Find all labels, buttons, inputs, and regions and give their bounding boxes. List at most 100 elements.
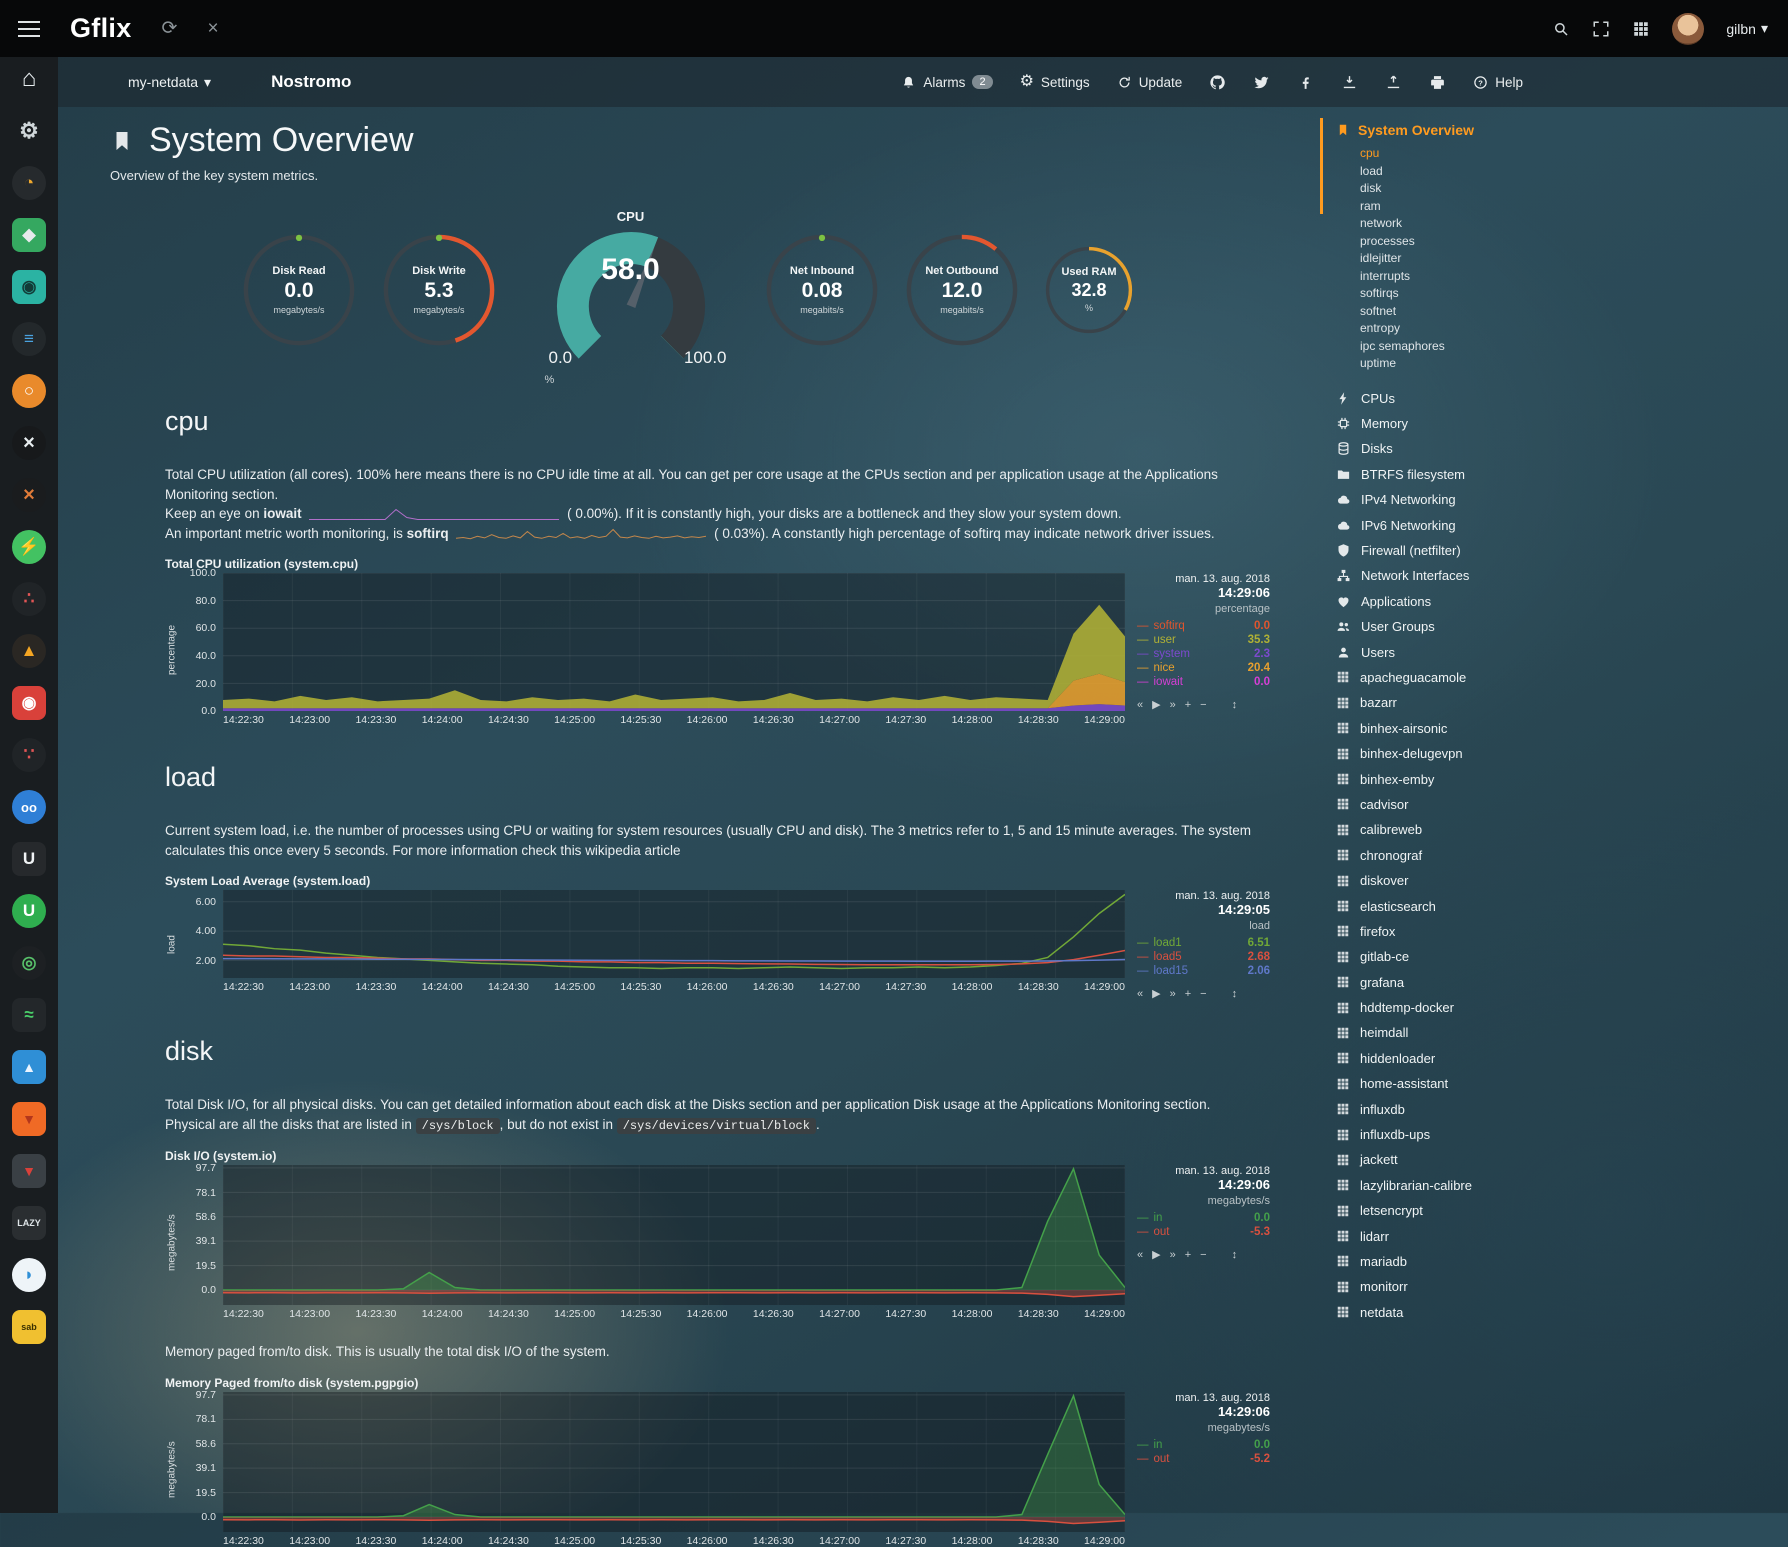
nav-app-item[interactable]: hiddenloader: [1336, 1046, 1590, 1071]
nav-sub-item[interactable]: entropy: [1360, 320, 1590, 338]
legend-item[interactable]: —out -5.2: [1137, 1453, 1270, 1465]
play-button[interactable]: ▶: [1152, 698, 1160, 711]
cpu-gauge[interactable]: CPU 58.0 0.0 100.0 %: [531, 209, 731, 370]
facebook-icon[interactable]: [1297, 74, 1314, 91]
nav-app-item[interactable]: diskover: [1336, 868, 1590, 893]
legend-item[interactable]: —iowait 0.0: [1137, 676, 1270, 688]
help-button[interactable]: Help: [1473, 75, 1523, 90]
app-green-diamond-icon[interactable]: ◆: [7, 213, 51, 257]
app-dark-u-icon[interactable]: U: [7, 837, 51, 881]
zoom-out-button[interactable]: −: [1200, 699, 1206, 711]
nav-sub-item[interactable]: softirqs: [1360, 285, 1590, 303]
disk-read-gauge[interactable]: Disk Read 0.0 megabytes/s: [240, 231, 358, 349]
export-icon[interactable]: [1385, 74, 1402, 91]
nav-app-item[interactable]: cadvisor: [1336, 792, 1590, 817]
disk-plot-area[interactable]: [223, 1165, 1125, 1305]
nav-app-item[interactable]: monitorr: [1336, 1274, 1590, 1299]
legend-item[interactable]: —user 35.3: [1137, 634, 1270, 646]
app-green-bolt-icon[interactable]: ⚡: [7, 525, 51, 569]
used-ram-gauge[interactable]: Used RAM 32.8 %: [1043, 244, 1135, 336]
nav-system-overview[interactable]: System Overview: [1336, 122, 1590, 138]
legend-item[interactable]: —softirq 0.0: [1137, 620, 1270, 632]
zoom-in-button[interactable]: +: [1185, 1249, 1191, 1261]
pan-left-button[interactable]: «: [1137, 1249, 1143, 1261]
resize-handle[interactable]: ↕: [1232, 1249, 1238, 1261]
pan-right-button[interactable]: »: [1170, 1249, 1176, 1261]
legend-item[interactable]: —nice 20.4: [1137, 662, 1270, 674]
legend-item[interactable]: —in 0.0: [1137, 1212, 1270, 1224]
nav-app-item[interactable]: apacheguacamole: [1336, 665, 1590, 690]
play-button[interactable]: ▶: [1152, 1248, 1160, 1261]
nav-section[interactable]: Network Interfaces: [1336, 563, 1590, 588]
app-red-scatter-icon[interactable]: ∴: [7, 577, 51, 621]
host-selector[interactable]: my-netdata ▾: [128, 74, 211, 91]
pgpgio-plot-area[interactable]: [223, 1392, 1125, 1532]
nav-sub-item[interactable]: cpu: [1360, 145, 1590, 163]
nav-section[interactable]: IPv6 Networking: [1336, 512, 1590, 537]
nav-app-item[interactable]: grafana: [1336, 969, 1590, 994]
nav-app-item[interactable]: calibreweb: [1336, 817, 1590, 842]
app-fox-icon[interactable]: ▼: [7, 1097, 51, 1141]
menu-icon[interactable]: [0, 28, 58, 30]
nav-app-item[interactable]: jackett: [1336, 1147, 1590, 1172]
legend-item[interactable]: —load15 2.06: [1137, 965, 1270, 977]
user-avatar[interactable]: [1672, 13, 1704, 45]
cpu-plot-area[interactable]: [223, 573, 1125, 711]
nav-app-item[interactable]: binhex-airsonic: [1336, 716, 1590, 741]
zoom-out-button[interactable]: −: [1200, 1249, 1206, 1261]
fullscreen-icon[interactable]: [1592, 20, 1610, 38]
zoom-in-button[interactable]: +: [1185, 699, 1191, 711]
nav-section[interactable]: IPv4 Networking: [1336, 487, 1590, 512]
legend-item[interactable]: —load1 6.51: [1137, 937, 1270, 949]
app-dark-x-orange-icon[interactable]: ×: [7, 473, 51, 517]
nav-sub-item[interactable]: processes: [1360, 233, 1590, 251]
nav-app-item[interactable]: letsencrypt: [1336, 1198, 1590, 1223]
nav-app-item[interactable]: gitlab-ce: [1336, 944, 1590, 969]
zoom-in-button[interactable]: +: [1185, 988, 1191, 1000]
load-plot-area[interactable]: [223, 890, 1125, 978]
nav-app-item[interactable]: binhex-delugevpn: [1336, 741, 1590, 766]
app-sab-icon[interactable]: sab: [7, 1305, 51, 1349]
nav-section[interactable]: Disks: [1336, 436, 1590, 461]
nav-section[interactable]: Applications: [1336, 589, 1590, 614]
legend-item[interactable]: —system 2.3: [1137, 648, 1270, 660]
user-menu[interactable]: gilbn ▾: [1726, 20, 1768, 37]
app-green-ring-icon[interactable]: ◎: [7, 941, 51, 985]
nav-sub-item[interactable]: ram: [1360, 198, 1590, 216]
app-pills-icon[interactable]: ≈: [7, 993, 51, 1037]
print-icon[interactable]: [1429, 74, 1446, 91]
nav-section[interactable]: Users: [1336, 639, 1590, 664]
legend-item[interactable]: —out -5.3: [1137, 1226, 1270, 1238]
zoom-out-button[interactable]: −: [1200, 988, 1206, 1000]
alarms-button[interactable]: Alarms 2: [901, 75, 992, 90]
legend-item[interactable]: —load5 2.68: [1137, 951, 1270, 963]
nav-sub-item[interactable]: idlejitter: [1360, 250, 1590, 268]
nav-app-item[interactable]: hddtemp-docker: [1336, 995, 1590, 1020]
app-blue-drop-icon[interactable]: ◗: [7, 1253, 51, 1297]
pan-left-button[interactable]: «: [1137, 699, 1143, 711]
nav-sub-item[interactable]: disk: [1360, 180, 1590, 198]
nav-app-item[interactable]: heimdall: [1336, 1020, 1590, 1045]
play-button[interactable]: ▶: [1152, 987, 1160, 1000]
resize-handle[interactable]: ↕: [1232, 988, 1238, 1000]
app-dark-x-icon[interactable]: ×: [7, 421, 51, 465]
app-blue-up-icon[interactable]: ▲: [7, 1045, 51, 1089]
nav-sub-item[interactable]: ipc semaphores: [1360, 338, 1590, 356]
nav-section[interactable]: Memory: [1336, 411, 1590, 436]
nav-app-item[interactable]: chronograf: [1336, 843, 1590, 868]
app-orange-ring-icon[interactable]: ◔: [7, 161, 51, 205]
nav-app-item[interactable]: elasticsearch: [1336, 893, 1590, 918]
legend-item[interactable]: —in 0.0: [1137, 1439, 1270, 1451]
github-icon[interactable]: [1209, 74, 1226, 91]
update-button[interactable]: Update: [1117, 75, 1183, 90]
disk-write-gauge[interactable]: Disk Write 5.3 megabytes/s: [380, 231, 498, 349]
nav-section[interactable]: BTRFS filesystem: [1336, 462, 1590, 487]
nav-app-item[interactable]: binhex-emby: [1336, 766, 1590, 791]
nav-sub-item[interactable]: network: [1360, 215, 1590, 233]
nav-app-item[interactable]: mariadb: [1336, 1249, 1590, 1274]
nav-app-item[interactable]: firefox: [1336, 919, 1590, 944]
twitter-icon[interactable]: [1253, 74, 1270, 91]
app-orange-search-icon[interactable]: ○: [7, 369, 51, 413]
nav-section[interactable]: CPUs: [1336, 386, 1590, 411]
app-teal-disc-icon[interactable]: ◉: [7, 265, 51, 309]
